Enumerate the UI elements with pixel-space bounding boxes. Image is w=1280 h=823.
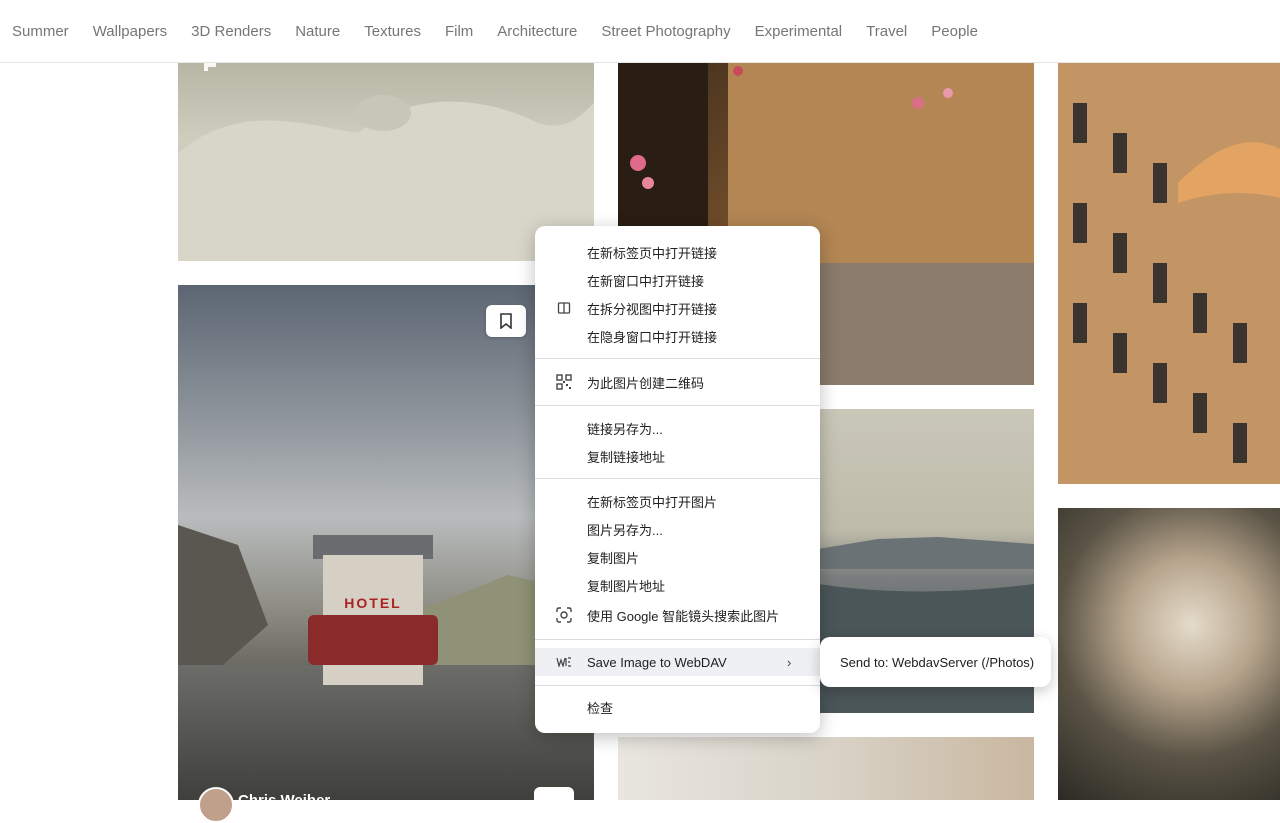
qr-code-icon bbox=[556, 374, 572, 390]
context-menu: 在新标签页中打开链接 在新窗口中打开链接 在拆分视图中打开链接 在隐身窗口中打开… bbox=[535, 226, 820, 733]
menu-open-link-new-tab[interactable]: 在新标签页中打开链接 bbox=[535, 238, 820, 266]
menu-open-link-new-window[interactable]: 在新窗口中打开链接 bbox=[535, 266, 820, 294]
bookmark-button[interactable] bbox=[486, 305, 526, 337]
tab-experimental[interactable]: Experimental bbox=[755, 23, 843, 40]
tab-street-photography[interactable]: Street Photography bbox=[601, 23, 730, 40]
menu-copy-link-address[interactable]: 复制链接地址 bbox=[535, 442, 820, 470]
tab-people[interactable]: People bbox=[931, 23, 978, 40]
building-scene bbox=[1058, 63, 1280, 484]
road bbox=[178, 665, 594, 800]
menu-save-link-as[interactable]: 链接另存为... bbox=[535, 414, 820, 442]
menu-create-qr-code[interactable]: 为此图片创建二维码 bbox=[535, 368, 820, 396]
author-name[interactable]: Chris Weiher bbox=[238, 792, 330, 809]
avatar[interactable] bbox=[198, 787, 234, 823]
chevron-right-icon: › bbox=[787, 655, 792, 670]
menu-open-link-incognito[interactable]: 在隐身窗口中打开链接 bbox=[535, 322, 820, 350]
photo-person-plant[interactable] bbox=[618, 737, 1034, 800]
webdav-icon bbox=[556, 654, 572, 670]
photo-hotel-belvedere[interactable]: HOTEL bbox=[178, 285, 594, 800]
menu-google-lens-search[interactable]: 使用 Google 智能镜头搜索此图片 bbox=[535, 601, 820, 629]
menu-save-image-webdav[interactable]: Save Image to WebDAV › bbox=[535, 648, 820, 676]
tab-travel[interactable]: Travel bbox=[866, 23, 907, 40]
hotel-sign: HOTEL bbox=[344, 595, 402, 611]
menu-copy-image-address[interactable]: 复制图片地址 bbox=[535, 571, 820, 599]
menu-separator bbox=[535, 685, 820, 686]
menu-separator bbox=[535, 478, 820, 479]
bookmark-icon bbox=[500, 313, 512, 329]
menu-copy-image[interactable]: 复制图片 bbox=[535, 543, 820, 571]
photo-building-umbrella[interactable] bbox=[1058, 63, 1280, 484]
webdav-submenu[interactable]: Send to: WebdavServer (/Photos) bbox=[820, 637, 1051, 687]
submenu-send-to-webdav[interactable]: Send to: WebdavServer (/Photos) bbox=[840, 655, 1034, 670]
tab-architecture[interactable]: Architecture bbox=[497, 23, 577, 40]
menu-open-image-new-tab[interactable]: 在新标签页中打开图片 bbox=[535, 487, 820, 515]
photo-bokeh-light[interactable] bbox=[1058, 508, 1280, 800]
menu-open-link-split-view[interactable]: 在拆分视图中打开链接 bbox=[535, 294, 820, 322]
split-view-icon bbox=[556, 300, 572, 316]
tab-nature[interactable]: Nature bbox=[295, 23, 340, 40]
photo-3d-render-sand[interactable] bbox=[178, 63, 594, 261]
tab-summer[interactable]: Summer bbox=[12, 23, 69, 40]
hotel-building: HOTEL bbox=[308, 535, 438, 685]
category-nav: Summer Wallpapers 3D Renders Nature Text… bbox=[0, 0, 1280, 63]
menu-inspect[interactable]: 检查 bbox=[535, 693, 820, 721]
add-button[interactable] bbox=[534, 787, 574, 807]
sand-shape bbox=[178, 95, 594, 261]
menu-separator bbox=[535, 405, 820, 406]
tab-textures[interactable]: Textures bbox=[364, 23, 421, 40]
menu-save-image-as[interactable]: 图片另存为... bbox=[535, 515, 820, 543]
menu-separator bbox=[535, 639, 820, 640]
tab-3d-renders[interactable]: 3D Renders bbox=[191, 23, 271, 40]
google-lens-icon bbox=[556, 607, 572, 623]
tab-wallpapers[interactable]: Wallpapers bbox=[93, 23, 167, 40]
menu-separator bbox=[535, 358, 820, 359]
tab-film[interactable]: Film bbox=[445, 23, 473, 40]
